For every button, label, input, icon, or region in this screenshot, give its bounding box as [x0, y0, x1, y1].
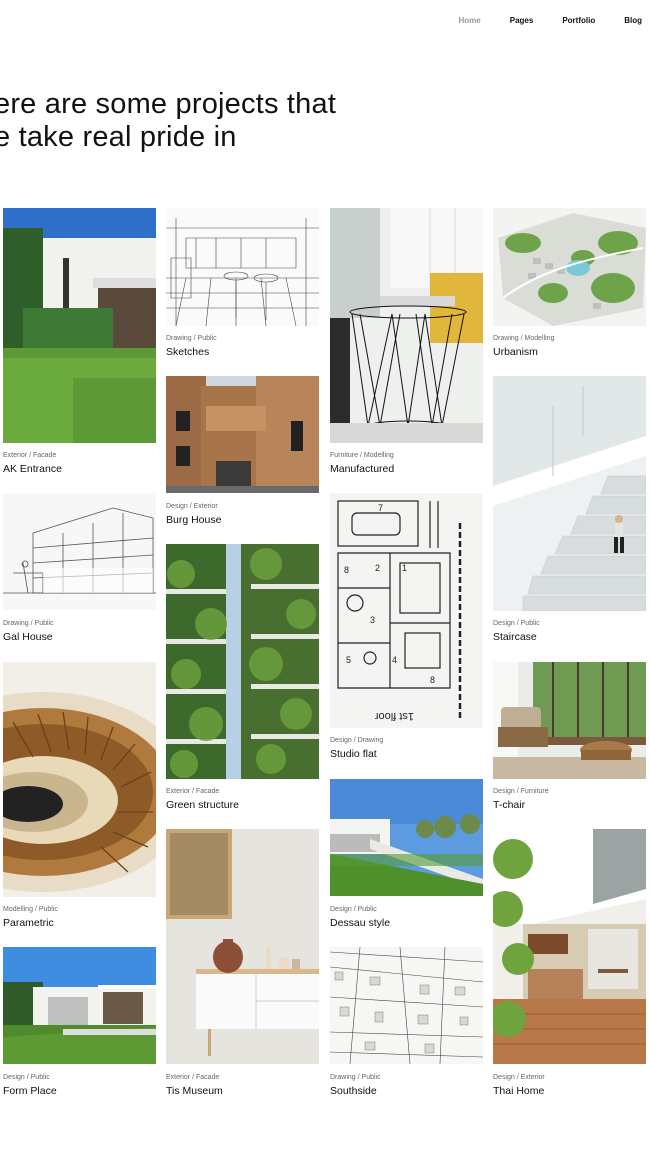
- project-image[interactable]: [493, 829, 646, 1064]
- project-meta: Drawing / Modelling: [493, 335, 555, 342]
- nav-pages[interactable]: Pages: [510, 14, 534, 27]
- floor-plan-label: 1st floor: [375, 710, 414, 722]
- svg-text:4: 4: [392, 655, 397, 665]
- project-title[interactable]: Tis Museum: [166, 1085, 223, 1097]
- project-image[interactable]: [493, 376, 646, 611]
- project-title[interactable]: Thai Home: [493, 1085, 544, 1097]
- project-title[interactable]: Green structure: [166, 799, 239, 811]
- project-meta: Exterior / Facade: [166, 1074, 220, 1081]
- project-meta: Design / Drawing: [330, 737, 384, 744]
- project-meta: Furniture / Modelling: [330, 452, 394, 459]
- project-meta: Design / Public: [330, 906, 377, 913]
- nav-portfolio[interactable]: Portfolio: [562, 14, 595, 27]
- project-meta: Design / Exterior: [166, 503, 218, 510]
- svg-text:2: 2: [375, 563, 380, 573]
- project-image[interactable]: [330, 947, 483, 1064]
- project-meta: Design / Public: [493, 620, 540, 627]
- svg-text:8: 8: [344, 565, 349, 575]
- project-meta: Drawing / Public: [3, 620, 54, 627]
- project-title[interactable]: Sketches: [166, 346, 209, 358]
- project-meta: Design / Exterior: [493, 1074, 545, 1081]
- nav-blog[interactable]: Blog: [624, 14, 642, 27]
- project-title[interactable]: AK Entrance: [3, 463, 62, 475]
- project-meta: Modelling / Public: [3, 906, 58, 913]
- project-image[interactable]: [330, 779, 483, 896]
- project-title[interactable]: Southside: [330, 1085, 377, 1097]
- heading-line-1: ere are some projects that: [0, 88, 337, 120]
- project-image[interactable]: [166, 829, 319, 1064]
- svg-text:1: 1: [402, 563, 407, 573]
- project-image[interactable]: [3, 493, 156, 610]
- project-title[interactable]: Studio flat: [330, 748, 377, 760]
- project-image[interactable]: [166, 208, 319, 326]
- project-meta: Exterior / Facade: [166, 788, 220, 795]
- project-meta: Exterior / Facade: [3, 452, 57, 459]
- svg-text:3: 3: [370, 615, 375, 625]
- project-meta: Drawing / Public: [330, 1074, 381, 1081]
- heading-line-2: e take real pride in: [0, 121, 237, 153]
- project-image[interactable]: [3, 662, 156, 897]
- svg-text:8: 8: [430, 675, 435, 685]
- project-title[interactable]: Burg House: [166, 514, 221, 526]
- project-image[interactable]: 8 2 1 3 5 4 8 7 1st floor: [330, 493, 483, 728]
- project-title[interactable]: Gal House: [3, 631, 53, 643]
- project-image[interactable]: [166, 376, 319, 493]
- project-image[interactable]: [330, 208, 483, 443]
- nav-home[interactable]: Home: [459, 14, 481, 27]
- project-image[interactable]: [493, 662, 646, 779]
- top-nav: Home Pages Portfolio Blog: [430, 14, 642, 27]
- page-heading: ere are some projects that e take real p…: [0, 88, 414, 154]
- project-title[interactable]: Dessau style: [330, 917, 390, 929]
- project-title[interactable]: Form Place: [3, 1085, 57, 1097]
- project-meta: Design / Public: [3, 1074, 50, 1081]
- project-image[interactable]: [166, 544, 319, 779]
- svg-text:7: 7: [378, 503, 383, 513]
- project-title[interactable]: Urbanism: [493, 346, 538, 358]
- project-title[interactable]: Staircase: [493, 631, 537, 643]
- project-image[interactable]: [3, 208, 156, 443]
- project-title[interactable]: Parametric: [3, 917, 54, 929]
- project-image[interactable]: [3, 947, 156, 1064]
- project-meta: Drawing / Public: [166, 335, 217, 342]
- project-meta: Design / Furniture: [493, 788, 549, 795]
- project-title[interactable]: T-chair: [493, 799, 525, 811]
- project-title[interactable]: Manufactured: [330, 463, 394, 475]
- project-image[interactable]: [493, 208, 646, 326]
- svg-text:5: 5: [346, 655, 351, 665]
